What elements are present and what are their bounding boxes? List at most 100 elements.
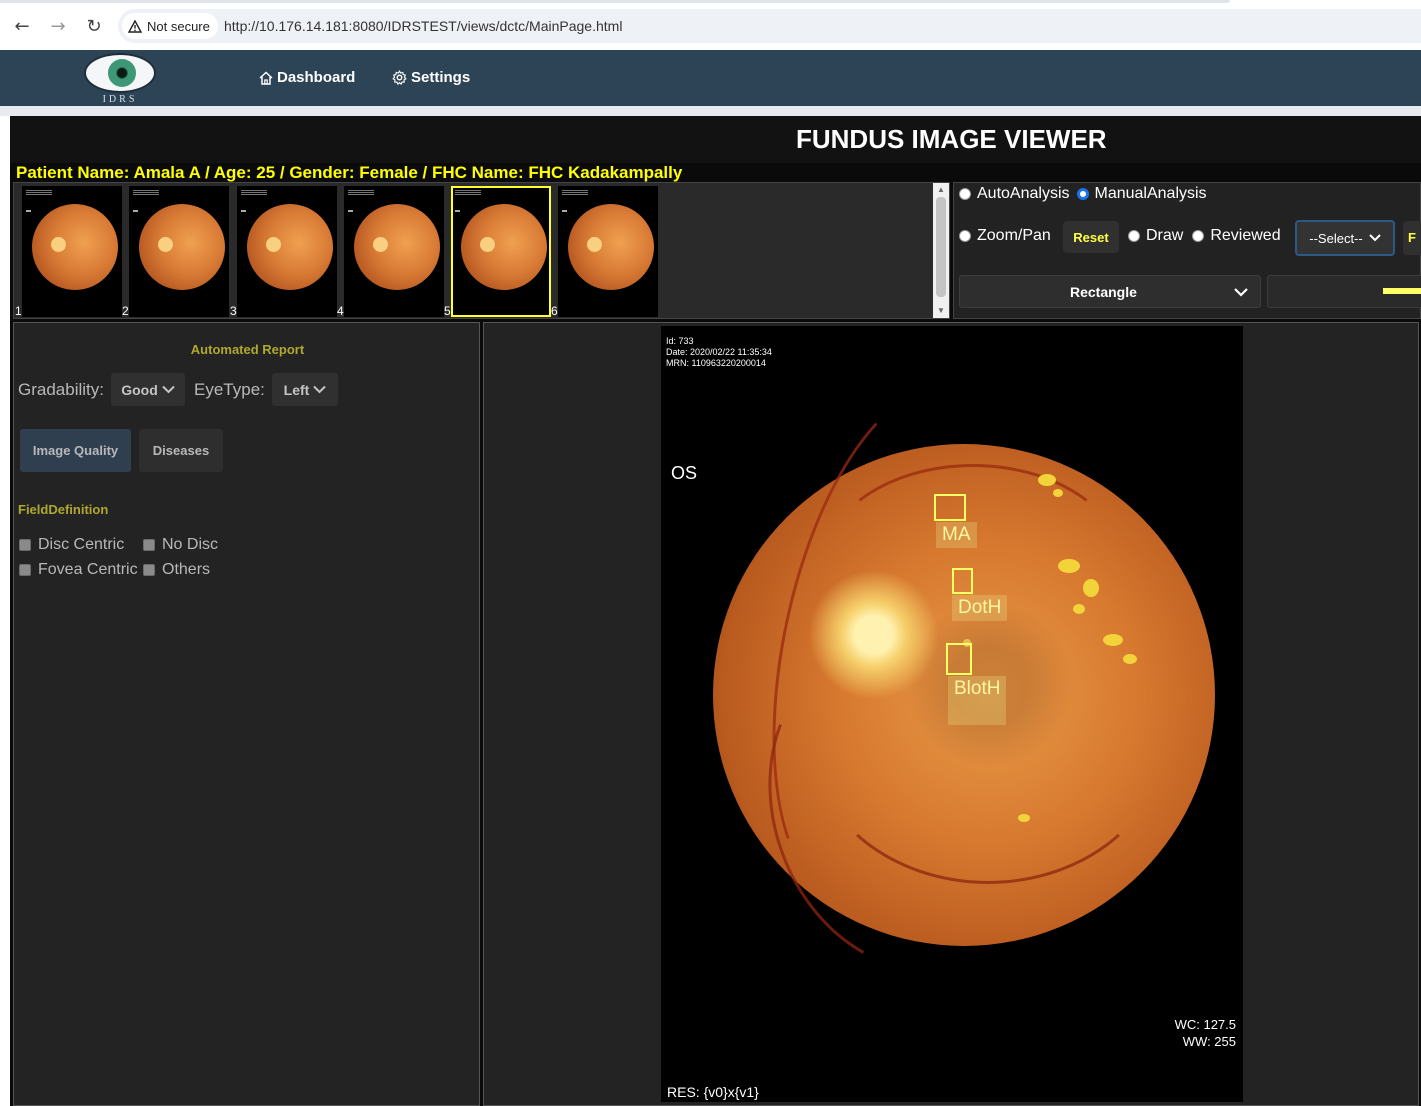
thumbnail-number: 5 xyxy=(444,304,451,318)
disc-centric-option[interactable]: Disc Centric xyxy=(19,536,124,554)
resolution-readout: RES: {v0}x{v1} xyxy=(667,1084,759,1100)
fundus-thumbnail-image xyxy=(568,204,654,290)
zoom-pan-radio[interactable] xyxy=(959,230,971,242)
fovea-centric-checkbox[interactable] xyxy=(19,564,31,576)
ma-annotation-label[interactable]: MA xyxy=(936,522,977,548)
zoom-pan-option[interactable]: Zoom/Pan xyxy=(959,227,1051,245)
field-definition-title: FieldDefinition xyxy=(18,502,109,517)
fundus-viewer: FUNDUS IMAGE VIEWER Patient Name: Amala … xyxy=(10,116,1421,1106)
ww-value: WW: 255 xyxy=(1182,1034,1236,1049)
eyetype-value: Left xyxy=(283,381,310,398)
zoom-pan-label: Zoom/Pan xyxy=(977,227,1051,244)
thumbnail-number: 6 xyxy=(551,304,558,318)
no-disc-checkbox[interactable] xyxy=(143,539,155,551)
image-metadata: Id: 733 Date: 2020/02/22 11:35:34 MRN: 1… xyxy=(666,336,772,369)
window-level-readout: WC: 127.5 WW: 255 xyxy=(1175,1016,1236,1050)
eye-label: OS xyxy=(671,463,698,483)
browser-toolbar: ← → ↻ Not secure http://10.176.14.181:80… xyxy=(0,0,1421,50)
partial-button[interactable]: F xyxy=(1403,221,1421,255)
reload-icon[interactable]: ↻ xyxy=(80,12,108,40)
header-spacer xyxy=(0,106,1421,116)
eyetype-select[interactable]: Left xyxy=(272,373,338,406)
others-label: Others xyxy=(162,561,211,578)
thumbnail-number: 2 xyxy=(122,304,129,318)
eye-logo-icon xyxy=(84,53,156,93)
chevron-down-icon xyxy=(162,385,175,394)
doth-annotation-label[interactable]: DotH xyxy=(952,595,1008,621)
color-swatch xyxy=(1383,288,1421,294)
thumbnail-3[interactable] xyxy=(237,186,337,317)
manual-analysis-radio[interactable] xyxy=(1076,188,1089,200)
menu-settings-label: Settings xyxy=(411,69,471,86)
menu-dashboard-label: Dashboard xyxy=(277,69,356,86)
thumbnail-4[interactable] xyxy=(344,186,444,317)
disc-centric-label: Disc Centric xyxy=(38,536,125,553)
wc-value: WC: 127.5 xyxy=(1174,1017,1236,1032)
chevron-down-icon xyxy=(1234,288,1248,297)
gradability-value: Good xyxy=(121,381,158,398)
fundus-image-canvas[interactable]: Id: 733 Date: 2020/02/22 11:35:34 MRN: 1… xyxy=(661,326,1243,1102)
fundus-thumbnail-image xyxy=(32,204,118,290)
thumbnail-6[interactable] xyxy=(558,186,658,317)
shape-select-value: Rectangle xyxy=(1070,284,1137,300)
draw-label: Draw xyxy=(1146,227,1184,244)
fundus-thumbnail-image xyxy=(247,204,333,290)
finding-select[interactable]: --Select-- xyxy=(1295,220,1395,256)
bloth-annotation-label[interactable]: BlotH xyxy=(948,676,1007,725)
url-text[interactable]: http://10.176.14.181:8080/IDRSTEST/views… xyxy=(224,18,622,34)
shape-select[interactable]: Rectangle xyxy=(959,275,1261,308)
bloth-annotation-box[interactable] xyxy=(946,643,972,675)
thumbnail-5[interactable] xyxy=(451,186,551,317)
image-mrn: MRN: 110963220200014 xyxy=(666,358,766,368)
thumbnail-number: 4 xyxy=(337,304,344,318)
scroll-up-icon[interactable]: ▲ xyxy=(933,183,949,197)
scroll-down-icon[interactable]: ▼ xyxy=(933,304,949,318)
reviewed-label: Reviewed xyxy=(1210,227,1281,244)
others-checkbox[interactable] xyxy=(143,564,155,576)
security-label: Not secure xyxy=(147,18,210,34)
reviewed-radio[interactable] xyxy=(1192,230,1205,242)
fundus-thumbnail-image xyxy=(354,204,440,290)
gear-icon xyxy=(392,70,407,85)
gradability-label: Gradability: xyxy=(18,380,104,399)
doth-annotation-box[interactable] xyxy=(952,568,973,594)
forward-icon[interactable]: → xyxy=(44,12,72,40)
thumbnail-scrollbar[interactable]: ▲ ▼ xyxy=(933,183,949,318)
disc-centric-checkbox[interactable] xyxy=(19,539,31,551)
gradability-select[interactable]: Good xyxy=(111,373,185,406)
report-title: Automated Report xyxy=(190,342,305,357)
back-icon[interactable]: ← xyxy=(8,12,36,40)
fundus-thumbnail-image xyxy=(461,204,547,290)
reset-button[interactable]: Reset xyxy=(1063,221,1119,253)
manual-analysis-label: ManualAnalysis xyxy=(1094,185,1207,202)
draw-option[interactable]: Draw Reviewed xyxy=(1128,227,1281,245)
scroll-thumb[interactable] xyxy=(936,197,946,297)
ma-annotation-box[interactable] xyxy=(934,494,966,521)
thumbnail-strip: 1 2 3 4 5 6 ▲ ▼ xyxy=(13,182,950,319)
image-id: Id: 733 xyxy=(666,336,694,346)
chevron-down-icon xyxy=(1369,234,1381,242)
app-header: IDRS Dashboard Settings xyxy=(0,50,1421,106)
fovea-centric-label: Fovea Centric xyxy=(38,561,138,578)
thumbnail-1[interactable] xyxy=(22,186,122,317)
warning-icon xyxy=(128,19,142,33)
others-option[interactable]: Others xyxy=(143,561,210,579)
draw-radio[interactable] xyxy=(1128,230,1140,242)
thumbnail-2[interactable] xyxy=(129,186,229,317)
menu-settings[interactable]: Settings xyxy=(392,69,470,86)
fovea-centric-option[interactable]: Fovea Centric xyxy=(19,561,138,579)
automated-report-panel: Automated Report Gradability: Good EyeTy… xyxy=(13,322,480,1106)
auto-analysis-radio[interactable] xyxy=(959,188,971,200)
tab-diseases[interactable]: Diseases xyxy=(139,429,223,472)
logo-text: IDRS xyxy=(102,94,138,105)
no-disc-option[interactable]: No Disc xyxy=(143,536,218,554)
security-chip[interactable]: Not secure xyxy=(122,13,218,39)
no-disc-label: No Disc xyxy=(162,536,219,553)
auto-analysis-option[interactable]: AutoAnalysis ManualAnalysis xyxy=(959,185,1207,203)
idrs-logo[interactable]: IDRS xyxy=(84,53,156,105)
menu-dashboard[interactable]: Dashboard xyxy=(259,69,355,86)
tab-image-quality[interactable]: Image Quality xyxy=(20,429,131,472)
viewer-title: FUNDUS IMAGE VIEWER xyxy=(796,124,1107,154)
chevron-down-icon xyxy=(313,385,327,394)
color-picker[interactable] xyxy=(1267,275,1421,308)
